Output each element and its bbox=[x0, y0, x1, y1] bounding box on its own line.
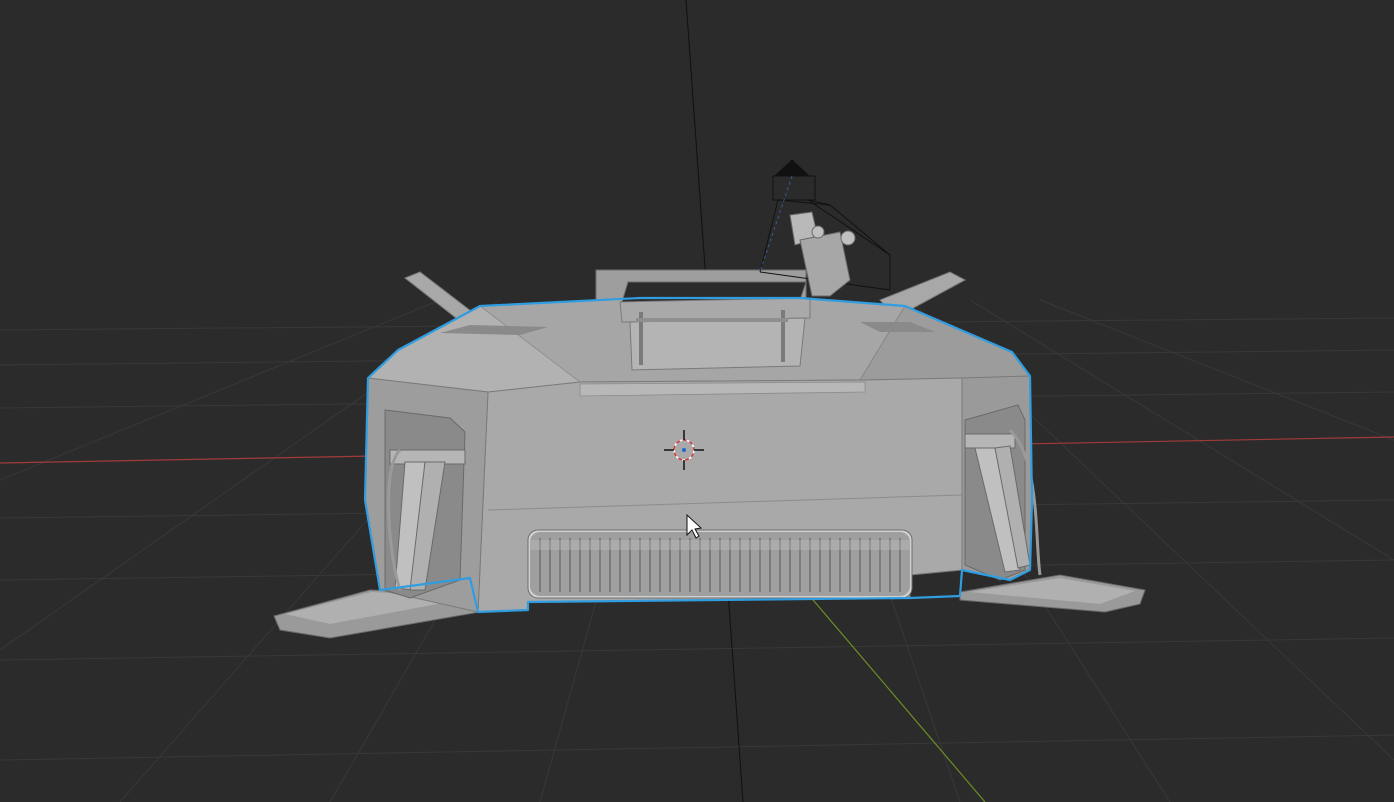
front-bellows bbox=[527, 529, 913, 599]
top-hatch-box bbox=[629, 317, 806, 371]
viewport-canvas[interactable] bbox=[0, 0, 1394, 802]
3d-viewport[interactable] bbox=[0, 0, 1394, 802]
hatch-bar bbox=[636, 318, 788, 322]
hovercraft-model[interactable] bbox=[273, 269, 1146, 639]
